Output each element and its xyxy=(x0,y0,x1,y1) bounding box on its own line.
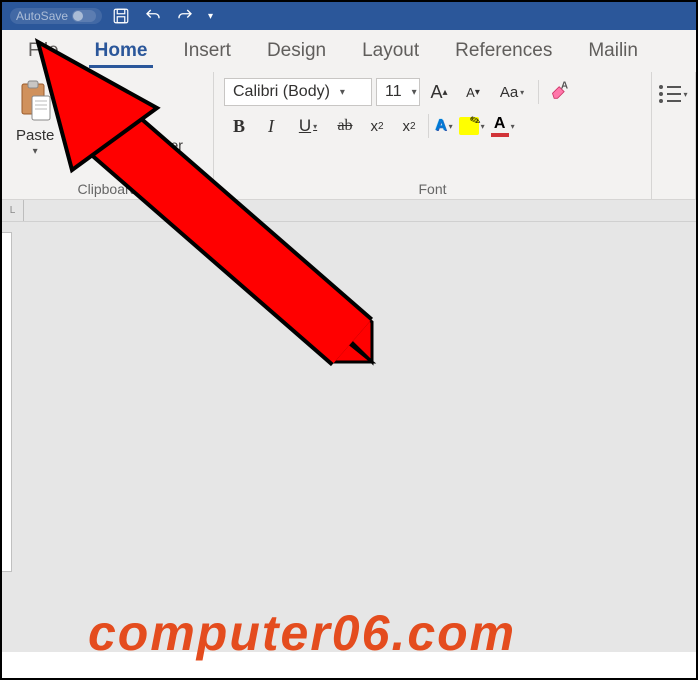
font-size-combo[interactable]: 11 ▾ xyxy=(376,78,420,106)
bullets-icon xyxy=(659,85,681,103)
tab-insert-label: Insert xyxy=(183,40,231,62)
font-color-button[interactable]: A ▾ xyxy=(489,116,517,137)
subscript-button[interactable]: x2 xyxy=(362,112,392,140)
copy-icon xyxy=(66,107,84,128)
paste-label: Paste xyxy=(16,127,54,144)
ribbon: Paste ▾ Format Pai xyxy=(2,72,696,200)
underline-button[interactable]: U▾ xyxy=(288,112,328,140)
clipboard-icon xyxy=(16,80,54,125)
highlight-icon: ✎ xyxy=(459,117,479,135)
tab-mailings[interactable]: Mailin xyxy=(570,30,656,72)
tab-design[interactable]: Design xyxy=(249,30,344,72)
italic-button[interactable]: I xyxy=(256,112,286,140)
group-font-label: Font xyxy=(224,179,641,197)
autosave-label: AutoSave xyxy=(16,9,68,23)
group-font: Calibri (Body) ▾ 11 ▾ A▴ A▾ Aa▾ xyxy=(214,72,652,199)
tab-design-label: Design xyxy=(267,40,326,62)
chevron-down-icon: ▾ xyxy=(340,87,345,98)
separator xyxy=(428,114,429,138)
svg-text:A: A xyxy=(561,80,568,91)
clear-formatting-button[interactable]: A xyxy=(545,78,575,106)
tab-alignment-left-icon[interactable]: L xyxy=(2,200,24,221)
group-clipboard-label: Clipboard xyxy=(12,179,203,197)
paste-button[interactable]: Paste ▾ xyxy=(12,78,58,159)
tab-file[interactable]: File xyxy=(10,30,77,72)
paintbrush-icon xyxy=(66,134,84,155)
undo-icon[interactable] xyxy=(144,7,162,25)
tab-home-label: Home xyxy=(95,40,148,62)
ribbon-tabs: File Home Insert Design Layout Reference… xyxy=(2,30,696,72)
text-effects-icon: A xyxy=(435,118,447,134)
cut-button[interactable] xyxy=(66,80,183,101)
tab-file-label: File xyxy=(28,40,59,62)
superscript-button[interactable]: x2 xyxy=(394,112,424,140)
text-effects-button[interactable]: A ▾ xyxy=(433,118,455,134)
grow-font-button[interactable]: A▴ xyxy=(424,78,454,106)
format-painter-button[interactable]: Format Painter xyxy=(66,134,183,155)
bullets-button[interactable]: ▾ xyxy=(658,80,689,108)
group-clipboard: Paste ▾ Format Pai xyxy=(2,72,214,199)
strikethrough-button[interactable]: ab xyxy=(330,112,360,140)
tab-layout-label: Layout xyxy=(362,40,419,62)
ruler: L xyxy=(2,200,696,222)
separator xyxy=(538,80,539,104)
tab-insert[interactable]: Insert xyxy=(165,30,249,72)
tab-references-label: References xyxy=(455,40,552,62)
tab-mailings-label: Mailin xyxy=(588,40,638,62)
change-case-button[interactable]: Aa▾ xyxy=(492,78,532,106)
shrink-font-button[interactable]: A▾ xyxy=(458,78,488,106)
chevron-down-icon[interactable]: ▾ xyxy=(33,146,38,157)
page-edge xyxy=(2,232,12,572)
font-color-icon: A xyxy=(494,116,506,132)
eraser-icon: A xyxy=(550,80,570,104)
tab-layout[interactable]: Layout xyxy=(344,30,437,72)
save-icon[interactable] xyxy=(112,7,130,25)
group-paragraph: ▾ xyxy=(652,72,696,199)
font-family-combo[interactable]: Calibri (Body) ▾ xyxy=(224,78,372,106)
tab-references[interactable]: References xyxy=(437,30,570,72)
scissors-icon xyxy=(66,80,84,101)
highlight-color-button[interactable]: ✎ ▾ xyxy=(457,117,487,135)
chevron-down-icon: ▾ xyxy=(412,87,417,98)
font-size-value: 11 xyxy=(385,83,402,101)
qat-customize-icon[interactable]: ▾ xyxy=(208,11,213,22)
document-area[interactable] xyxy=(2,222,696,652)
autosave-toggle[interactable]: AutoSave xyxy=(10,8,102,24)
title-bar: AutoSave ▾ xyxy=(2,2,696,30)
tab-home[interactable]: Home xyxy=(77,30,166,72)
watermark-text: computer06.com xyxy=(88,604,516,662)
bold-button[interactable]: B xyxy=(224,112,254,140)
copy-button[interactable] xyxy=(66,107,183,128)
font-family-value: Calibri (Body) xyxy=(233,83,330,101)
format-painter-label: Format Painter xyxy=(90,137,183,153)
redo-icon[interactable] xyxy=(176,7,194,25)
